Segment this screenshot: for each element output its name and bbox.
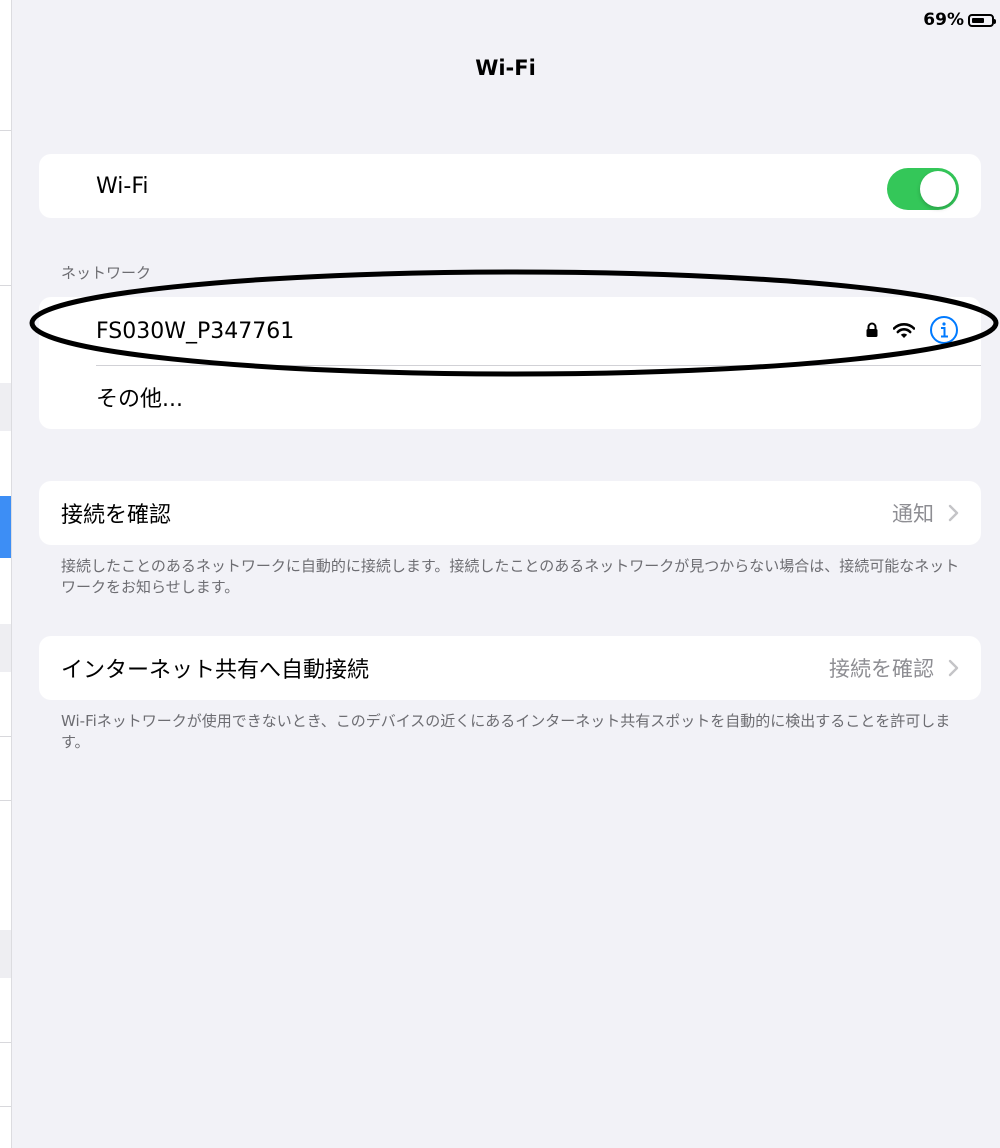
auto-hotspot-row[interactable]: インターネット共有へ自動接続 接続を確認 [39, 636, 981, 700]
battery-percent: 69% [923, 10, 964, 30]
chevron-right-icon [948, 504, 959, 522]
toggle-knob [920, 171, 956, 207]
chevron-right-icon [948, 659, 959, 677]
battery-icon [968, 13, 996, 27]
auto-hotspot-group: インターネット共有へ自動接続 接続を確認 [39, 636, 981, 700]
ask-to-join-group: 接続を確認 通知 [39, 481, 981, 545]
auto-hotspot-value: 接続を確認 [829, 657, 934, 681]
auto-hotspot-label: インターネット共有へ自動接続 [61, 658, 370, 683]
annotation-ellipse [29, 269, 999, 377]
ask-to-join-value: 通知 [892, 502, 934, 526]
wifi-toggle-group: Wi-Fi [39, 154, 981, 218]
status-bar: 69% [923, 10, 996, 30]
other-network-label: その他... [96, 387, 183, 412]
page-title: Wi-Fi [475, 56, 536, 80]
ask-to-join-row[interactable]: 接続を確認 通知 [39, 481, 981, 545]
auto-hotspot-footer: Wi-Fiネットワークが使用できないとき、このデバイスの近くにあるインターネット… [61, 712, 951, 751]
ask-to-join-footer: 接続したことのあるネットワークに自動的に接続します。接続したことのあるネットワー… [61, 557, 960, 596]
wifi-toggle-switch[interactable] [887, 168, 959, 210]
ask-to-join-label: 接続を確認 [61, 503, 172, 528]
sidebar-edge [0, 0, 12, 1148]
wifi-toggle-label: Wi-Fi [96, 173, 149, 199]
sidebar-selected-item[interactable] [0, 496, 11, 558]
